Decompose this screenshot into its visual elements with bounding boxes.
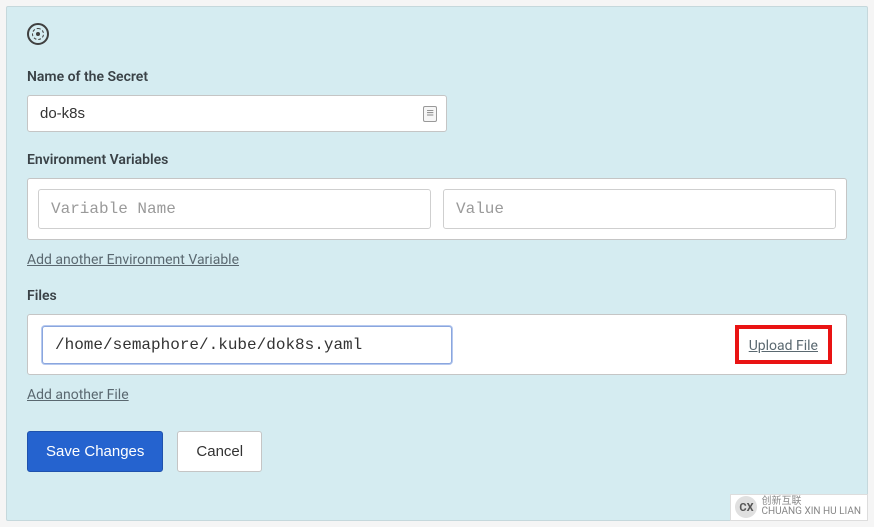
watermark: CX 创新互联 CHUANG XIN HU LIAN	[730, 494, 868, 521]
env-name-input[interactable]	[38, 189, 431, 229]
watermark-logo-icon: CX	[735, 496, 757, 518]
watermark-line2: CHUANG XIN HU LIAN	[761, 507, 861, 518]
file-path-input[interactable]	[42, 326, 452, 364]
secret-header-icon	[27, 23, 49, 45]
add-env-link[interactable]: Add another Environment Variable	[27, 252, 239, 268]
files-container: Upload File	[27, 314, 847, 375]
cancel-button[interactable]: Cancel	[177, 431, 262, 472]
secret-name-input[interactable]	[27, 95, 447, 132]
watermark-text: 创新互联 CHUANG XIN HU LIAN	[761, 497, 861, 518]
secret-editor-panel: Name of the Secret ≡ Environment Variabl…	[6, 6, 868, 521]
upload-file-highlight-box: Upload File	[735, 325, 832, 364]
button-row: Save Changes Cancel	[27, 431, 847, 472]
add-file-link[interactable]: Add another File	[27, 387, 129, 403]
header-icon-wrapper	[27, 23, 847, 45]
env-label: Environment Variables	[27, 152, 847, 168]
name-input-wrapper: ≡	[27, 95, 447, 132]
upload-file-link[interactable]: Upload File	[749, 338, 818, 354]
save-button[interactable]: Save Changes	[27, 431, 163, 472]
files-label: Files	[27, 288, 847, 304]
name-label: Name of the Secret	[27, 69, 847, 85]
name-section: Name of the Secret ≡	[27, 69, 847, 132]
env-row	[38, 189, 836, 229]
env-container	[27, 178, 847, 240]
env-section: Environment Variables Add another Enviro…	[27, 152, 847, 268]
files-section: Files Upload File Add another File	[27, 288, 847, 403]
env-value-input[interactable]	[443, 189, 836, 229]
contact-icon: ≡	[423, 106, 437, 122]
